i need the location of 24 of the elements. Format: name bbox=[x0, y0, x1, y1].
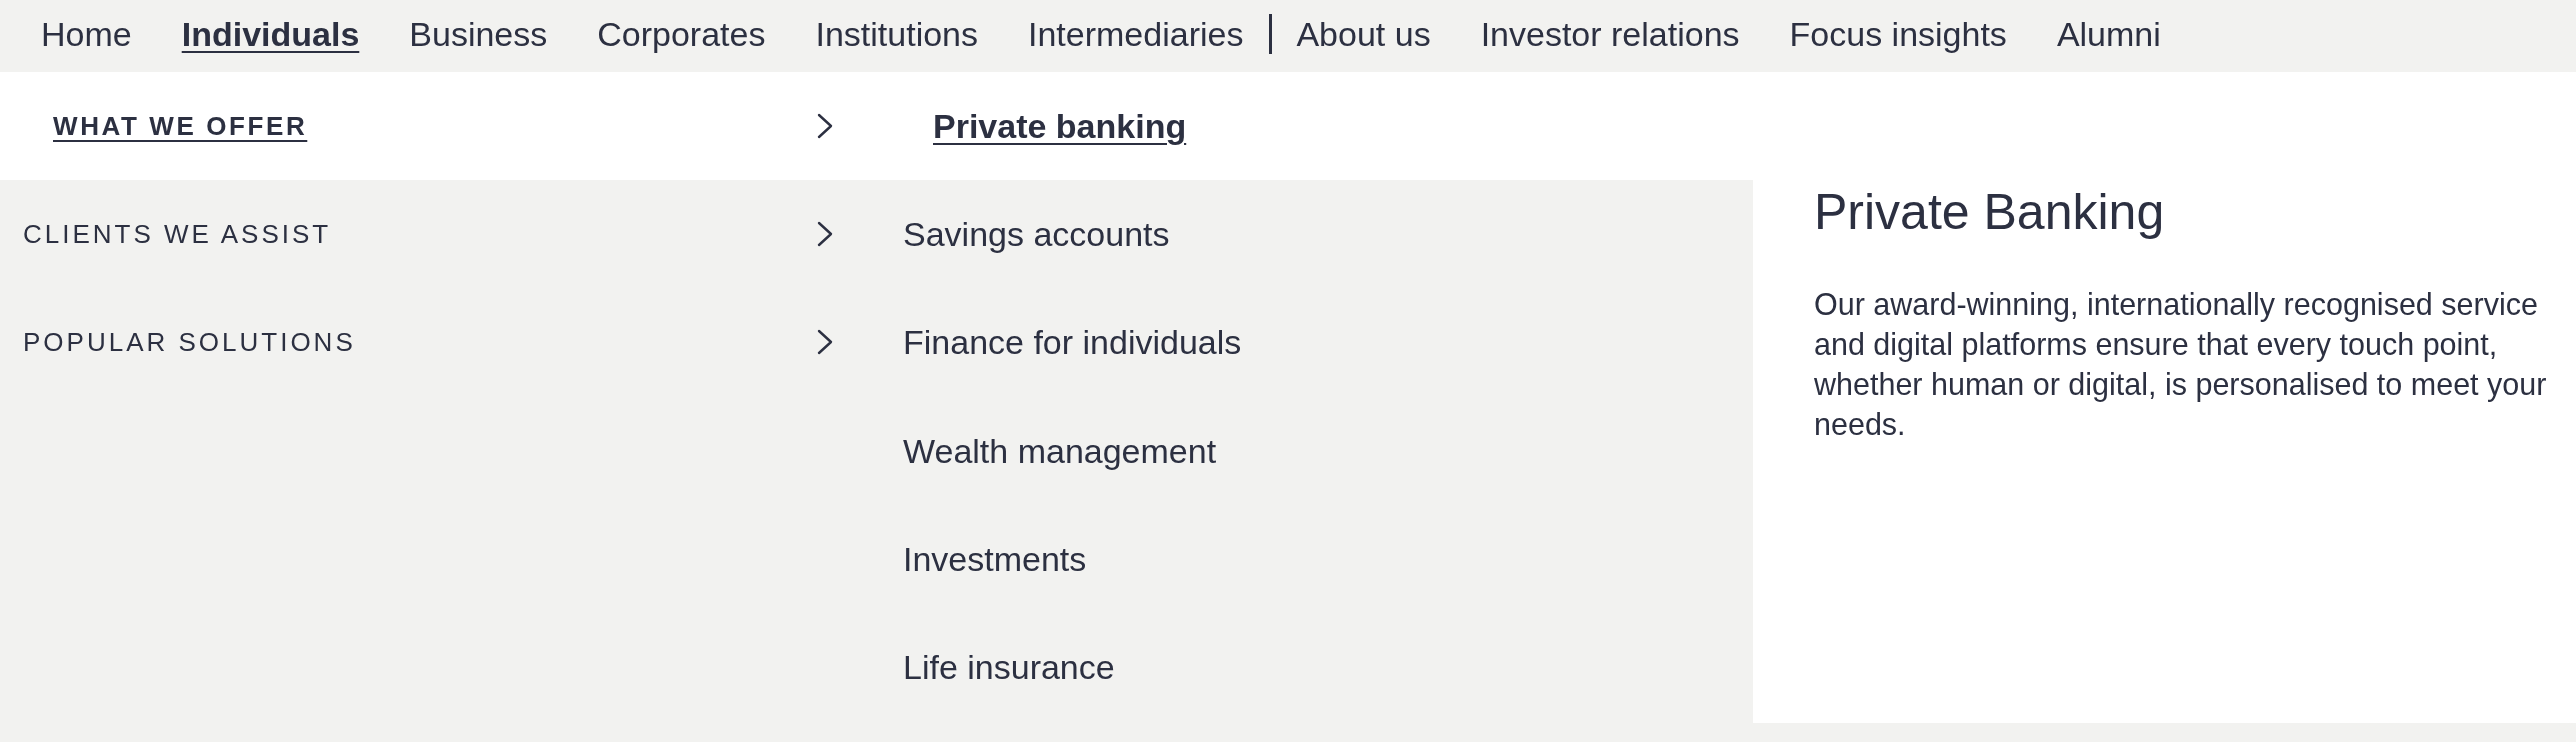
nav-link[interactable]: About us bbox=[1296, 14, 1431, 54]
nav-link[interactable]: Focus insights bbox=[1789, 14, 2007, 54]
nav-link[interactable]: Corporates bbox=[597, 14, 766, 54]
chevron-right-icon bbox=[817, 329, 833, 355]
feature-title: Private Banking bbox=[1814, 183, 2166, 242]
menu-link[interactable]: Wealth management bbox=[870, 396, 1753, 506]
nav-link[interactable]: Institutions bbox=[815, 14, 978, 54]
chevron-right-icon bbox=[817, 113, 833, 139]
nav-link[interactable]: Business bbox=[409, 14, 548, 54]
menu-link[interactable]: Life insurance bbox=[870, 613, 1753, 722]
menu-link[interactable]: Savings accounts bbox=[870, 180, 1753, 289]
nav-link[interactable]: Alumni bbox=[2056, 14, 2161, 54]
menu-link[interactable]: Investments bbox=[870, 505, 1753, 614]
menu-category[interactable]: CLIENTS WE ASSIST bbox=[0, 180, 870, 288]
nav-link[interactable]: Home bbox=[41, 14, 132, 54]
feature-text: Our award-winning, internationally recognised service and digital platforms ensure that every touch point, whether human or digital, is personalised to meet your needs. bbox=[1814, 286, 2548, 443]
menu-category[interactable]: WHAT WE OFFER bbox=[0, 72, 870, 180]
menu-link[interactable]: Private banking bbox=[870, 72, 1753, 181]
chevron-right-icon bbox=[817, 221, 833, 247]
menu-link[interactable]: Finance for individuals bbox=[870, 288, 1753, 397]
nav-link[interactable]: Investor relations bbox=[1480, 14, 1740, 54]
nav-link[interactable]: Individuals bbox=[181, 14, 360, 54]
nav-link[interactable]: Intermediaries bbox=[1028, 14, 1244, 54]
menu-category[interactable]: POPULAR SOLUTIONS bbox=[0, 288, 870, 396]
